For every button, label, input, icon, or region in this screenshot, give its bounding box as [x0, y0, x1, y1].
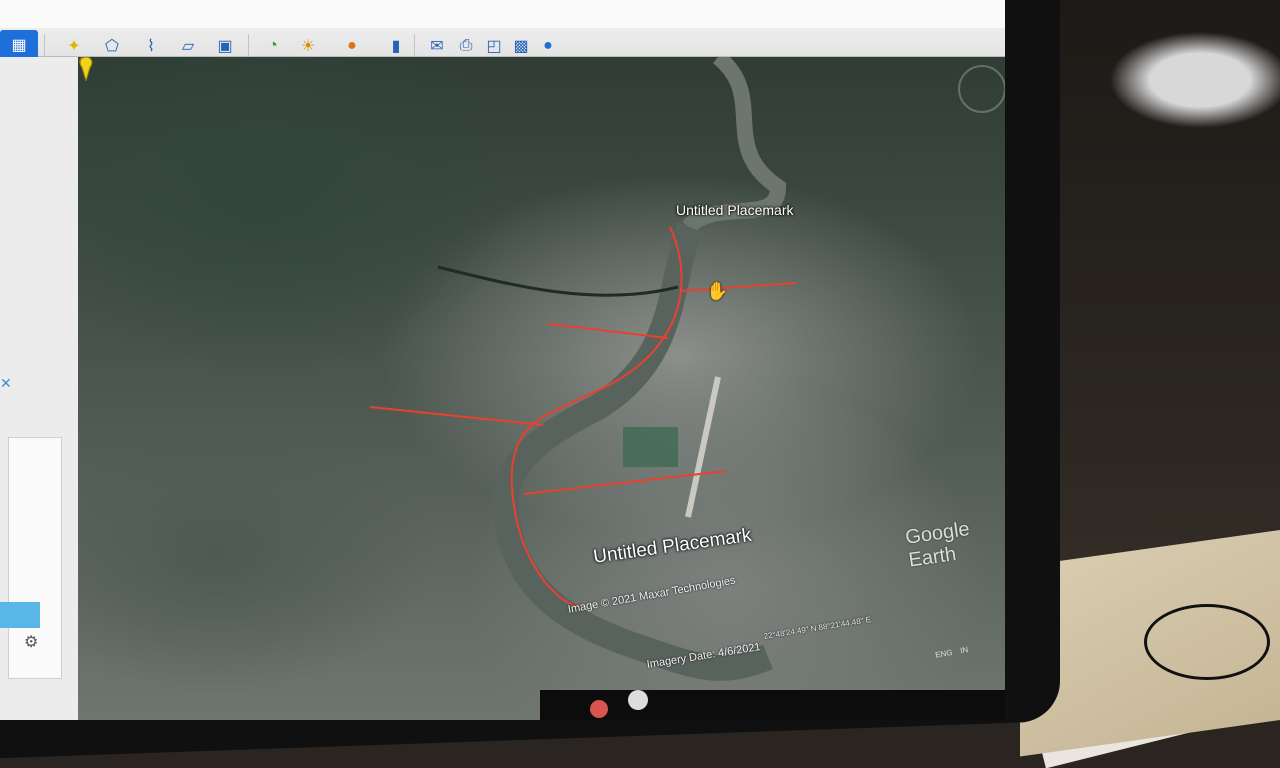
sidebar-toggle-icon: ▦ [11, 37, 27, 54]
ruler-button[interactable]: ▮ [382, 34, 410, 58]
save-image-button[interactable]: ◰ [480, 34, 508, 58]
save-image-icon: ◰ [486, 38, 502, 55]
view-in-maps-icon: ▩ [513, 38, 529, 55]
map-view[interactable]: Untitled Placemark Untitled Placemark ✋ … [78, 57, 1005, 720]
windows-taskbar [540, 690, 1005, 720]
toolbar-separator [248, 34, 249, 58]
app-taskbar-icon[interactable] [628, 690, 648, 710]
record-tour-icon: ▣ [217, 38, 233, 55]
region-indicator: IN [959, 644, 969, 655]
email-icon: ✉ [430, 38, 444, 55]
screen: ▦ ✦ ⬠ ⌇ ▱ ▣ ◔ ☀ ● ▮ ✉ ⎙ ◰ ▩ ● ✕ ⚙ Untitl… [0, 0, 1005, 720]
title-strip [0, 0, 1005, 28]
browser-taskbar-icon[interactable] [590, 700, 608, 718]
add-overlay-button[interactable]: ▱ [174, 34, 202, 58]
toolbar-separator [44, 34, 45, 58]
email-button[interactable]: ✉ [423, 34, 451, 58]
add-polygon-icon: ⬠ [105, 38, 119, 55]
globe-button[interactable]: ● [534, 34, 562, 58]
planets-icon: ● [347, 37, 357, 54]
placemark-label[interactable]: Untitled Placemark [676, 202, 794, 218]
historical-imagery-button[interactable]: ◔ [259, 34, 287, 58]
add-path-icon: ⌇ [147, 38, 155, 55]
print-icon: ⎙ [459, 37, 473, 54]
add-path-button[interactable]: ⌇ [137, 34, 165, 58]
add-placemark-button[interactable]: ✦ [60, 34, 88, 58]
sidebar-panel: ✕ ⚙ [0, 57, 79, 720]
layers-tool-icon[interactable]: ⚙ [24, 632, 38, 652]
airport-runway [685, 376, 721, 518]
record-tour-button[interactable]: ▣ [211, 34, 239, 58]
sidebar-toggle-button[interactable]: ▦ [0, 30, 38, 60]
navigation-compass[interactable] [958, 65, 1005, 113]
ruler-icon: ▮ [391, 38, 401, 55]
placemark-pin-icon[interactable] [78, 57, 94, 81]
toolbar: ▦ ✦ ⬠ ⌇ ▱ ▣ ◔ ☀ ● ▮ ✉ ⎙ ◰ ▩ ● [0, 0, 1005, 60]
selected-list-item[interactable] [0, 602, 40, 628]
lake-block [623, 427, 678, 467]
close-icon[interactable]: ✕ [0, 375, 12, 392]
cross-line-3 [369, 406, 544, 426]
tributary [437, 265, 679, 297]
language-indicator[interactable]: ENG [934, 647, 953, 659]
globe-icon: ● [543, 37, 553, 54]
toolbar-separator [414, 34, 415, 58]
cross-line-1 [680, 282, 797, 292]
hand-cursor-icon: ✋ [706, 281, 729, 301]
planets-button[interactable]: ● [338, 34, 366, 58]
add-polygon-button[interactable]: ⬠ [98, 34, 126, 58]
historical-imagery-icon: ◔ [268, 37, 278, 54]
sunlight-icon: ☀ [300, 38, 316, 55]
cable-coil [1144, 604, 1270, 680]
print-button[interactable]: ⎙ [452, 34, 480, 58]
add-overlay-icon: ▱ [181, 38, 195, 55]
add-placemark-icon: ✦ [67, 38, 81, 55]
view-in-maps-button[interactable]: ▩ [507, 34, 535, 58]
sunlight-button[interactable]: ☀ [294, 34, 322, 58]
